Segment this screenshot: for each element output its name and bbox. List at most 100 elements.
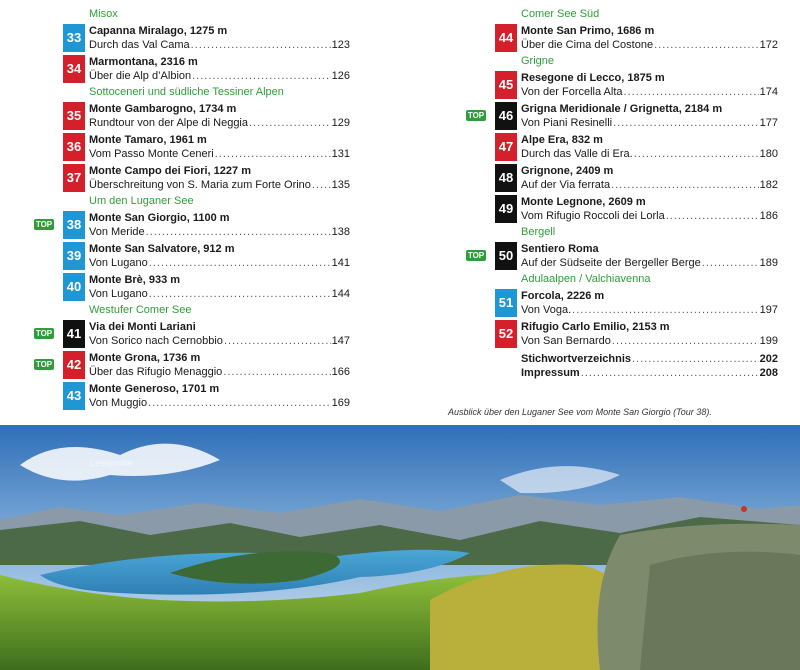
tour-number: 46 (495, 102, 517, 130)
page-number: 169 (331, 397, 350, 409)
toc-entry[interactable]: 37 Monte Campo dei Fiori, 1227 m Überschre… (34, 164, 350, 192)
toc-entry[interactable]: TOP 41 Via dei Monti Lariani Von Sorico nac… (34, 320, 350, 348)
dot-leader: ........................................… (580, 367, 759, 379)
tour-title: Monte San Giorgio, 1100 m (89, 212, 230, 224)
hiker (741, 506, 747, 512)
tour-route: Durch das Valle di Era. (521, 148, 633, 160)
page-number: 126 (331, 70, 350, 82)
toc-entry[interactable]: 47 Alpe Era, 832 m Durch das Valle di Era.… (466, 133, 778, 161)
toc-extra-entry[interactable]: Stichwortverzeichnis....................… (521, 352, 778, 366)
extra-label: Stichwortverzeichnis (521, 353, 632, 365)
section-heading: Comer See Süd (521, 8, 600, 20)
toc-extra-entry[interactable]: Impressum...............................… (521, 366, 778, 380)
page-number: 129 (331, 117, 350, 129)
dot-leader: ........................................… (623, 86, 759, 98)
toc-entry[interactable]: 33 Capanna Miralago, 1275 m Durch das Val … (34, 24, 350, 52)
tour-route: Auf der Südseite der Bergeller Berge (521, 257, 701, 269)
dot-leader: ........................................… (148, 257, 331, 269)
toc-entry[interactable]: 34 Marmontana, 2316 m Über die Alp d’Albio… (34, 55, 350, 83)
dot-leader: ........................................… (145, 226, 331, 238)
tour-route: Durch das Val Cama (89, 39, 190, 51)
toc-entry[interactable]: TOP 46 Grigna Meridionale / Grignetta, 218… (466, 102, 778, 130)
page-number: 135 (331, 179, 350, 191)
tour-title: Monte San Salvatore, 912 m (89, 243, 235, 255)
tour-route: Von Sorico nach Cernobbio (89, 335, 223, 347)
tour-title: Grigna Meridionale / Grignetta, 2184 m (521, 103, 723, 115)
page-number: 208 (759, 367, 778, 379)
page-number: 197 (759, 304, 778, 316)
tour-title: Capanna Miralago, 1275 m (89, 25, 228, 37)
dot-leader: ........................................… (190, 39, 331, 51)
tour-title: Monte Generoso, 1701 m (89, 383, 220, 395)
tour-route: Von Lugano (89, 257, 148, 269)
toc-entry[interactable]: 51 Forcola, 2226 m Von Voga...............… (466, 289, 778, 317)
toc-entry[interactable]: 52 Rifugio Carlo Emilio, 2153 m Von San Be… (466, 320, 778, 348)
toc-right-column: Comer See Süd 44 Monte San Primo, 1686 m Üb… (466, 8, 778, 380)
tour-number: 36 (63, 133, 85, 161)
top-badge: TOP (34, 219, 54, 230)
toc-entry[interactable]: 49 Monte Legnone, 2609 m Vom Rifugio Rocco… (466, 195, 778, 223)
tour-number: 45 (495, 71, 517, 99)
tour-number: 34 (63, 55, 85, 83)
toc-entry[interactable]: 40 Monte Brè, 933 m Von Lugano............… (34, 273, 350, 301)
toc-entry[interactable]: 36 Monte Tamaro, 1961 m Vom Passo Monte Ce… (34, 133, 350, 161)
section-heading: Misox (89, 8, 118, 20)
toc-entry[interactable]: TOP 50 Sentiero Roma Auf der Südseite der B… (466, 242, 778, 270)
dot-leader: ........................................… (214, 148, 331, 160)
dot-leader: ........................................… (633, 148, 759, 160)
tour-route: Über das Rifugio Menaggio (89, 366, 223, 378)
dot-leader: ........................................… (611, 335, 759, 347)
tour-number: 48 (495, 164, 517, 192)
watermark: Leseprobe (90, 458, 133, 468)
rock-cliff-shadow (640, 551, 800, 670)
tour-route: Rundtour von der Alpe di Neggia (89, 117, 248, 129)
dot-leader: ........................................… (249, 117, 331, 129)
dot-leader: ........................................… (572, 304, 759, 316)
tour-title: Monte Legnone, 2609 m (521, 196, 646, 208)
tour-number: 37 (63, 164, 85, 192)
tour-route: Von der Forcella Alta (521, 86, 623, 98)
tour-number: 47 (495, 133, 517, 161)
tour-title: Resegone di Lecco, 1875 m (521, 72, 665, 84)
tour-title: Monte San Primo, 1686 m (521, 25, 655, 37)
tour-route: Von Lugano (89, 288, 148, 300)
tour-route: Von Voga. (521, 304, 572, 316)
dot-leader: ........................................… (311, 179, 331, 191)
top-badge: TOP (34, 359, 54, 370)
top-badge: TOP (466, 250, 486, 261)
page-number: 189 (759, 257, 778, 269)
tour-number: 51 (495, 289, 517, 317)
toc-entry[interactable]: 48 Grignone, 2409 m Auf der Via ferrata...… (466, 164, 778, 192)
tour-title: Sentiero Roma (521, 243, 599, 255)
section-heading: Bergell (521, 226, 556, 238)
page-number: 123 (331, 39, 350, 51)
tour-title: Rifugio Carlo Emilio, 2153 m (521, 321, 670, 333)
tour-title: Marmontana, 2316 m (89, 56, 198, 68)
toc-entry[interactable]: TOP 38 Monte San Giorgio, 1100 m Von Meride… (34, 211, 350, 239)
tour-route: Vom Rifugio Roccoli dei Lorla (521, 210, 665, 222)
dot-leader: ........................................… (701, 257, 759, 269)
page-number: 147 (331, 335, 350, 347)
toc-entry[interactable]: TOP 42 Monte Grona, 1736 m Über das Rifugio… (34, 351, 350, 379)
page-number: 182 (759, 179, 778, 191)
toc-entry[interactable]: 45 Resegone di Lecco, 1875 m Von der Force… (466, 71, 778, 99)
tour-number: 50 (495, 242, 517, 270)
tour-title: Monte Brè, 933 m (89, 274, 181, 286)
toc-entry[interactable]: 35 Monte Gambarogno, 1734 m Rundtour von d… (34, 102, 350, 130)
toc-entry[interactable]: 43 Monte Generoso, 1701 m Von Muggio......… (34, 382, 350, 410)
extra-label: Impressum (521, 367, 580, 379)
dot-leader: ........................................… (223, 366, 330, 378)
tour-route: Von San Bernardo (521, 335, 611, 347)
tour-route: Über die Alp d’Albion (89, 70, 192, 82)
page-number: 138 (331, 226, 350, 238)
toc-entry[interactable]: 44 Monte San Primo, 1686 m Über die Cima d… (466, 24, 778, 52)
tour-number: 44 (495, 24, 517, 52)
tour-number: 40 (63, 273, 85, 301)
section-heading: Grigne (521, 55, 555, 67)
tour-route: Über die Cima del Costone (521, 39, 654, 51)
tour-number: 35 (63, 102, 85, 130)
page-number: 186 (759, 210, 778, 222)
tour-number: 49 (495, 195, 517, 223)
toc-entry[interactable]: 39 Monte San Salvatore, 912 m Von Lugano..… (34, 242, 350, 270)
tour-title: Via dei Monti Lariani (89, 321, 196, 333)
